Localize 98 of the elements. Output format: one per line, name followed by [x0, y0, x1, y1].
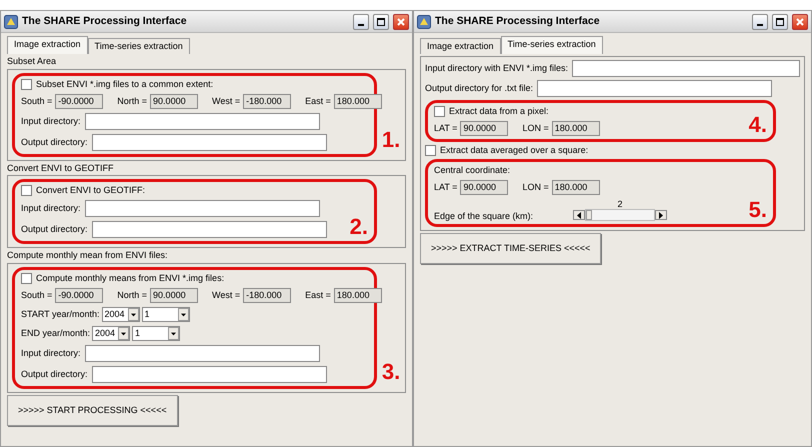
coordinate-field[interactable]: 180.000: [334, 94, 382, 109]
checkbox-label: Subset ENVI *.img files to a common extent:: [36, 78, 214, 90]
section-label: Central coordinate:: [434, 164, 512, 176]
field-label: Input directory:: [21, 203, 81, 214]
callout-number: 5.: [748, 199, 767, 222]
callout-number: 2.: [350, 216, 368, 238]
field-label: Output directory:: [21, 136, 88, 148]
directory-field[interactable]: [537, 80, 772, 97]
directory-field[interactable]: [92, 366, 327, 384]
year-dropdown[interactable]: 2004: [92, 326, 130, 342]
checkbox[interactable]: [425, 144, 436, 156]
coordinate-label: East =: [305, 96, 331, 106]
coordinate-field[interactable]: -90.0000: [55, 94, 104, 109]
coordinate-label: West =: [212, 290, 240, 302]
action-button[interactable]: >>>>> EXTRACT TIME-SERIES <<<<<: [420, 233, 602, 264]
close-icon: [796, 18, 804, 26]
group-caption: Convert ENVI to GEOTIFF: [7, 162, 115, 174]
coordinate-label: LAT =: [434, 122, 458, 134]
slider-value: 2: [618, 198, 623, 210]
action-button[interactable]: >>>>> START PROCESSING <<<<<: [7, 395, 178, 426]
minimize-icon: [358, 24, 364, 26]
checkbox[interactable]: [434, 106, 445, 117]
checkbox[interactable]: [21, 78, 32, 90]
minimize-icon: [757, 24, 763, 26]
date-label: START year/month:: [21, 309, 100, 320]
scroll-right-button[interactable]: [655, 210, 668, 220]
month-dropdown[interactable]: 1: [142, 307, 190, 322]
field-label: Input directory:: [21, 348, 81, 360]
minimize-button[interactable]: [752, 14, 768, 30]
maximize-button[interactable]: [373, 14, 389, 30]
left-arrow-icon: [577, 212, 582, 219]
checkbox[interactable]: [21, 185, 32, 196]
callout-number: 4.: [748, 114, 767, 136]
maximize-icon: [377, 18, 385, 26]
close-button[interactable]: [393, 14, 409, 30]
field-label: Output directory:: [21, 224, 88, 236]
coordinate-field[interactable]: -180.000: [243, 94, 292, 109]
coordinate-label: South =: [21, 96, 52, 106]
window-title: The SHARE Processing Interface: [435, 15, 601, 28]
date-label: END year/month:: [21, 328, 90, 340]
coordinate-field[interactable]: 180.000: [552, 180, 600, 195]
maximize-button[interactable]: [772, 14, 788, 30]
coordinate-label: LAT =: [434, 182, 458, 192]
coordinate-field[interactable]: 180.000: [552, 120, 600, 136]
coordinate-field[interactable]: -180.000: [243, 288, 292, 304]
slider-thumb[interactable]: [586, 210, 592, 220]
dropdown-arrow-icon: [171, 332, 176, 336]
tab[interactable]: Image extraction: [420, 38, 501, 54]
year-dropdown[interactable]: 2004: [102, 307, 140, 322]
coordinate-field[interactable]: 180.000: [334, 288, 382, 304]
coordinate-label: East =: [305, 290, 331, 302]
coordinate-label: West =: [212, 96, 240, 106]
coordinate-field[interactable]: 90.0000: [460, 180, 508, 195]
coordinate-label: North =: [117, 96, 148, 106]
coordinate-label: South =: [21, 290, 52, 302]
tab[interactable]: Image extraction: [7, 36, 88, 54]
checkbox-label: Extract data averaged over a square:: [440, 144, 588, 156]
dropdown-arrow-icon: [121, 332, 126, 336]
dropdown-arrow-icon: [180, 312, 186, 317]
coordinate-field[interactable]: 90.0000: [460, 120, 508, 136]
coordinate-field[interactable]: -90.0000: [55, 288, 104, 304]
group-caption: Compute monthly mean from ENVI files:: [7, 250, 169, 262]
directory-field[interactable]: [92, 134, 327, 151]
field-label: Output directory:: [21, 369, 88, 380]
field-label: Output directory for .txt file:: [425, 82, 534, 94]
directory-field[interactable]: [92, 221, 327, 238]
scroll-left-button[interactable]: [573, 210, 586, 220]
directory-field[interactable]: [84, 112, 320, 130]
callout-number: 1.: [382, 128, 400, 151]
group-caption: Subset Area: [7, 56, 58, 67]
month-dropdown[interactable]: 1: [132, 326, 180, 342]
coordinate-label: LON =: [522, 122, 549, 134]
close-icon: [397, 18, 405, 26]
field-label: Input directory with ENVI *.img files:: [425, 62, 568, 74]
coordinate-label: North =: [117, 290, 148, 302]
directory-field[interactable]: [84, 200, 320, 218]
directory-field[interactable]: [84, 345, 320, 362]
tab[interactable]: Time-series extraction: [500, 36, 603, 54]
dropdown-arrow-icon: [130, 312, 136, 317]
close-button[interactable]: [792, 14, 808, 30]
coordinate-field[interactable]: 90.0000: [150, 94, 198, 109]
callout-number: 3.: [382, 361, 400, 384]
field-label: Input directory:: [21, 116, 81, 126]
slider-label: Edge of the square (km):: [434, 210, 534, 222]
coordinate-field[interactable]: 90.0000: [150, 288, 198, 304]
maximize-icon: [776, 18, 784, 26]
window-title: The SHARE Processing Interface: [22, 15, 188, 28]
checkbox-label: Compute monthly means from ENVI *.img files:: [36, 273, 224, 284]
checkbox[interactable]: [21, 273, 32, 284]
checkbox-label: Extract data from a pixel:: [449, 106, 549, 117]
right-arrow-icon: [659, 212, 664, 219]
minimize-button[interactable]: [353, 14, 369, 30]
directory-field[interactable]: [572, 60, 800, 77]
coordinate-label: LON =: [522, 182, 549, 192]
tab[interactable]: Time-series extraction: [88, 38, 190, 54]
app-icon: [4, 14, 18, 28]
app-icon: [417, 14, 431, 28]
checkbox-label: Convert ENVI to GEOTIFF:: [36, 185, 146, 196]
